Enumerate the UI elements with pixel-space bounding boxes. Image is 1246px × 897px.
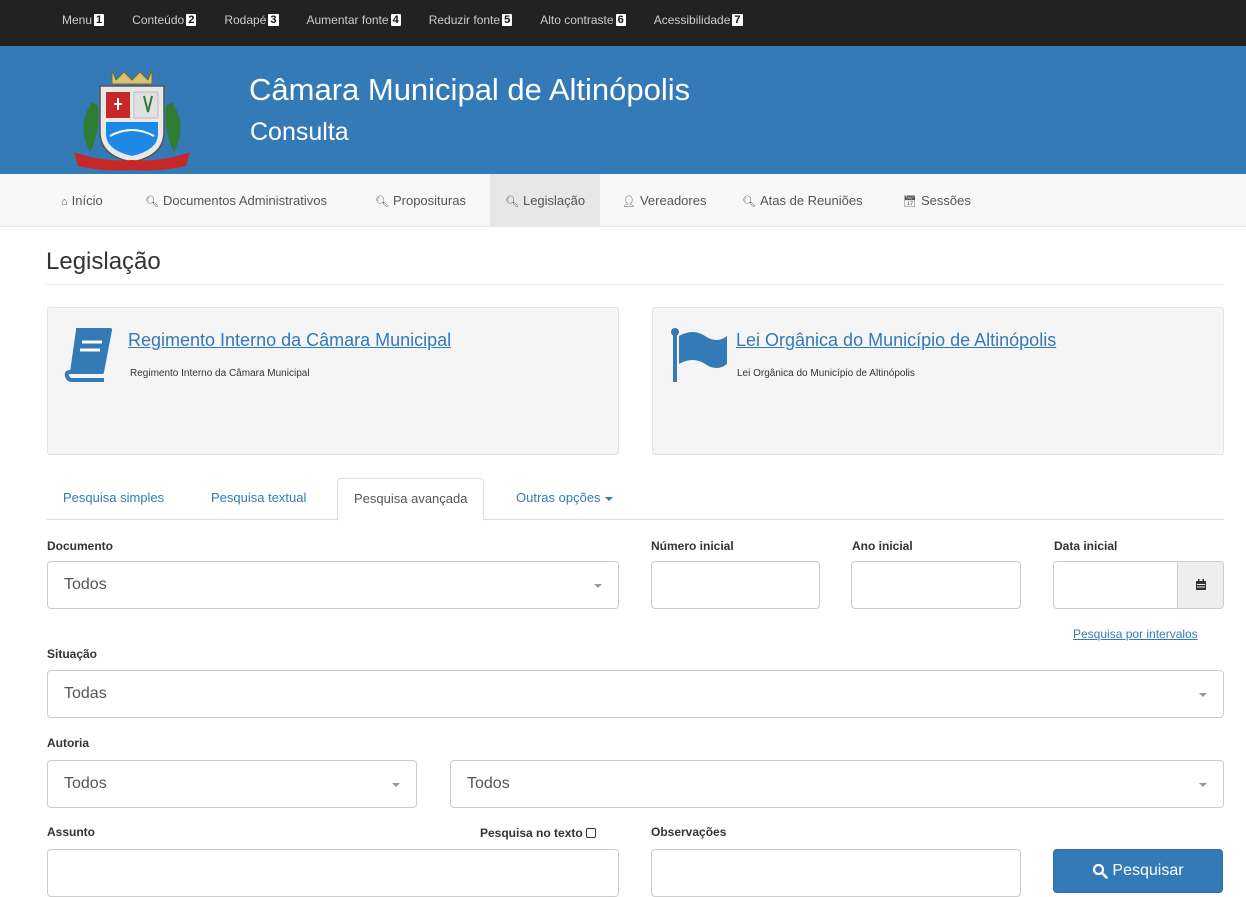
caret-down-icon [604, 496, 613, 501]
ano-inicial-input[interactable] [851, 561, 1021, 609]
user-icon: 👤︎ [622, 196, 636, 208]
nav-item-inicio[interactable]: ⌂ Início [46, 174, 118, 227]
numero-inicial-input[interactable] [651, 561, 820, 609]
tab-pesquisa-textual[interactable]: Pesquisa textual [195, 478, 322, 520]
ano-inicial-label: Ano inicial [852, 539, 913, 553]
flag-icon [671, 328, 727, 382]
data-inicial-input[interactable] [1053, 561, 1224, 609]
nav-item-documentos-administrativos[interactable]: 🔍︎ Documentos Administrativos [130, 174, 342, 227]
nav-item-legislacao[interactable]: 🔍︎ Legislação [490, 174, 601, 227]
book-icon [64, 328, 112, 382]
numero-inicial-label: Número inicial [651, 539, 734, 553]
site-subtitle: Consulta [250, 118, 349, 146]
nav-item-sessoes[interactable]: 📅︎ Sessões [888, 174, 986, 227]
calendar-button[interactable] [1177, 562, 1223, 608]
acc-link-footer[interactable]: Rodapé 3 [224, 13, 279, 27]
nav-item-proposituras[interactable]: 🔍︎ Proposituras [360, 174, 481, 227]
pesquisar-button[interactable]: Pesquisar [1053, 849, 1223, 893]
card-regimento-interno: Regimento Interno da Câmara Municipal Re… [47, 307, 619, 455]
lei-organica-link[interactable]: Lei Orgânica do Município de Altinópolis [736, 330, 1056, 351]
site-header: Câmara Municipal de Altinópolis Consulta [0, 46, 1246, 174]
site-title: Câmara Municipal de Altinópolis [249, 72, 691, 107]
page-title: Legislação [46, 248, 161, 275]
chevron-down-icon [594, 584, 602, 588]
search-icon: 🔍︎ [505, 196, 519, 208]
acc-link-accessibility[interactable]: Acessibilidade 7 [654, 13, 743, 27]
accessibility-links: Menu 1 Conteúdo 2 Rodapé 3 Aumentar fonte 4 … [0, 8, 771, 32]
regimento-interno-link[interactable]: Regimento Interno da Câmara Municipal [128, 330, 451, 351]
coat-of-arms-logo[interactable] [70, 66, 194, 172]
main-nav: ⌂ Início 🔍︎ Documentos Administrativos 🔍︎ P… [0, 174, 1246, 227]
lei-organica-description: Lei Orgânica do Município de Altinópolis [737, 368, 915, 379]
documento-select[interactable]: Todos [47, 561, 619, 609]
assunto-label: Assunto [47, 825, 95, 839]
tab-pesquisa-avancada[interactable]: Pesquisa avançada [337, 478, 485, 521]
assunto-input[interactable] [47, 849, 619, 897]
calendar-icon: 📅︎ [903, 196, 917, 208]
search-icon: 🔍︎ [375, 196, 389, 208]
acc-link-increase-font[interactable]: Aumentar fonte 4 [307, 13, 401, 27]
card-lei-organica: Lei Orgânica do Município de Altinópolis… [652, 307, 1224, 455]
search-icon [1093, 863, 1109, 879]
tab-outras-opcoes[interactable]: Outras opções [500, 478, 629, 520]
chevron-down-icon [392, 783, 400, 787]
situacao-select[interactable]: Todas [47, 670, 1224, 718]
observacoes-label: Observações [651, 825, 727, 839]
chevron-down-icon [1199, 783, 1207, 787]
calendar-icon [1195, 579, 1206, 590]
nav-item-atas-de-reunioes[interactable]: 🔍︎ Atas de Reuniões [727, 174, 878, 227]
search-icon: 🔍︎ [145, 196, 159, 208]
documento-label: Documento [47, 539, 113, 553]
search-tabs: Pesquisa simples Pesquisa textual Pesqui… [47, 478, 1224, 521]
situacao-label: Situação [47, 647, 98, 661]
observacoes-input[interactable] [651, 849, 1021, 897]
autoria-label: Autoria [47, 736, 89, 750]
home-icon: ⌂ [61, 196, 68, 208]
tab-pesquisa-simples[interactable]: Pesquisa simples [47, 478, 180, 520]
acc-link-menu[interactable]: Menu 1 [62, 13, 105, 27]
regimento-interno-description: Regimento Interno da Câmara Municipal [130, 368, 310, 379]
accessibility-bar: Menu 1 Conteúdo 2 Rodapé 3 Aumentar fonte 4 … [0, 0, 1246, 46]
autoria-type-select[interactable]: Todos [47, 760, 417, 808]
pesquisa-por-intervalos-link[interactable]: Pesquisa por intervalos [1073, 627, 1198, 641]
autoria-author-select[interactable]: Todos [450, 760, 1224, 808]
data-inicial-label: Data inicial [1054, 539, 1118, 553]
divider [46, 284, 1224, 285]
acc-link-decrease-font[interactable]: Reduzir fonte 5 [429, 13, 513, 27]
acc-link-high-contrast[interactable]: Alto contraste 6 [540, 13, 626, 27]
search-icon: 🔍︎ [742, 196, 756, 208]
acc-link-content[interactable]: Conteúdo 2 [132, 13, 197, 27]
pesquisa-no-texto-checkbox[interactable] [585, 828, 596, 838]
nav-item-vereadores[interactable]: 👤︎ Vereadores [607, 174, 721, 227]
pesquisa-no-texto-label[interactable]: Pesquisa no texto [480, 826, 596, 840]
chevron-down-icon [1199, 693, 1207, 697]
